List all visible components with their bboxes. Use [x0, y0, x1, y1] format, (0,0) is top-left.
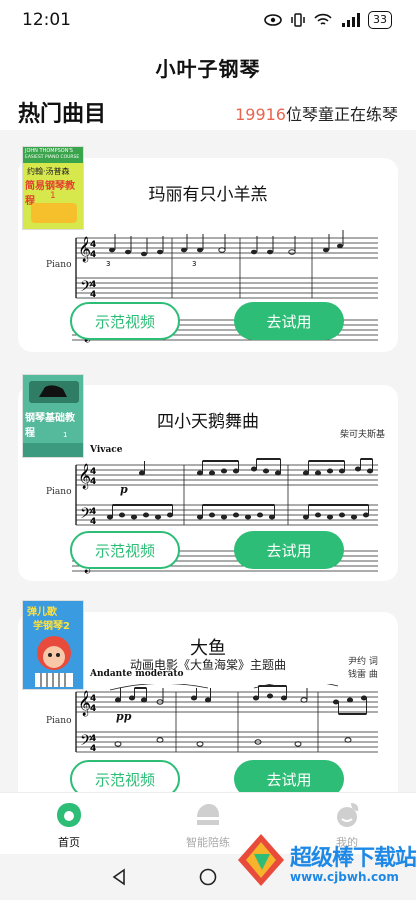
- try-button[interactable]: 去试用: [234, 302, 344, 340]
- book-cover: 钢琴基础教程 1: [22, 374, 84, 458]
- vibrate-icon: [291, 13, 305, 27]
- book-cover: 弹儿歌 学钢琴2: [22, 600, 84, 690]
- app-header: 小叶子钢琴: [0, 40, 416, 94]
- svg-text:4: 4: [90, 517, 96, 527]
- watermark-emblem-icon: [238, 834, 284, 886]
- svg-text:4: 4: [90, 477, 96, 487]
- cartoon-character-icon: [35, 636, 73, 687]
- app-title: 小叶子钢琴: [155, 56, 261, 81]
- piano-label: Piano: [46, 487, 72, 497]
- svg-text:4: 4: [90, 240, 96, 250]
- tab-home-label: 首页: [58, 836, 80, 849]
- song-composer: 钱雷 曲: [348, 670, 378, 680]
- demo-video-button[interactable]: 示范视频: [70, 302, 180, 340]
- svg-text:3: 3: [192, 260, 196, 268]
- dynamic-marking: pp: [116, 710, 132, 723]
- practice-count-number: 19916: [235, 105, 286, 124]
- song-tempo: Andante moderato: [90, 669, 184, 679]
- dynamic-marking: p: [120, 483, 128, 496]
- home-circle-icon[interactable]: [199, 868, 217, 886]
- practice-count-suffix: 位琴童正在练琴: [285, 105, 398, 124]
- svg-text:4: 4: [90, 744, 96, 754]
- try-button[interactable]: 去试用: [234, 531, 344, 569]
- cover-book-title: 弹儿歌: [27, 607, 57, 618]
- ai-practice-icon: [197, 804, 219, 825]
- cover-book-title: 钢琴基础教程: [25, 413, 75, 439]
- tab-home[interactable]: 首页: [0, 793, 138, 855]
- battery-indicator: 33: [368, 11, 392, 29]
- svg-text:4: 4: [90, 290, 96, 300]
- practice-count: 19916位琴童正在练琴: [235, 101, 398, 125]
- section-title: 热门曲目: [18, 102, 107, 127]
- book-cover: JOHN THOMPSON'S EASIEST PIANO COURSE 约翰·…: [22, 146, 84, 230]
- section-header: 热门曲目 19916位琴童正在练琴: [0, 94, 416, 130]
- svg-text:4: 4: [90, 280, 96, 290]
- piano-label: Piano: [46, 716, 72, 726]
- piano-label: Piano: [46, 260, 72, 270]
- cover-series-text: JOHN THOMPSON'S: [25, 148, 73, 154]
- status-icons: 33: [264, 11, 392, 29]
- song-composer: 柴可夫斯基: [340, 430, 386, 440]
- song-tempo: Vivace: [90, 445, 123, 455]
- cover-book-subtitle: 学钢琴2: [33, 621, 70, 632]
- cover-volume: 1: [63, 431, 68, 439]
- cover-volume: 1: [50, 191, 56, 201]
- cover-author: 约翰·汤普森: [27, 167, 70, 176]
- watermark-logo: 超级棒下载站 www.cjbwh.com: [232, 826, 416, 896]
- svg-text:4: 4: [90, 694, 96, 704]
- svg-text:3: 3: [106, 260, 110, 268]
- cell-signal-icon: [342, 13, 360, 27]
- profile-icon: [337, 803, 359, 827]
- svg-text:4: 4: [90, 704, 96, 714]
- status-time: 12:01: [22, 10, 71, 30]
- demo-video-button[interactable]: 示范视频: [70, 531, 180, 569]
- song-lyricist: 尹约 词: [348, 657, 378, 667]
- svg-text:4: 4: [90, 734, 96, 744]
- svg-text:4: 4: [90, 467, 96, 477]
- watermark-url: www.cjbwh.com: [290, 870, 399, 884]
- svg-text:4: 4: [90, 507, 96, 517]
- svg-text:4: 4: [90, 250, 96, 260]
- home-leaf-icon: [57, 803, 81, 827]
- grand-piano-icon: [39, 385, 67, 397]
- cover-series-text-2: EASIEST PIANO COURSE: [25, 155, 80, 160]
- watermark-title: 超级棒下载站: [290, 846, 416, 871]
- eye-icon: [264, 14, 282, 26]
- back-icon[interactable]: [110, 868, 128, 886]
- status-bar: 12:01 33: [0, 0, 416, 40]
- wifi-icon: [314, 13, 332, 25]
